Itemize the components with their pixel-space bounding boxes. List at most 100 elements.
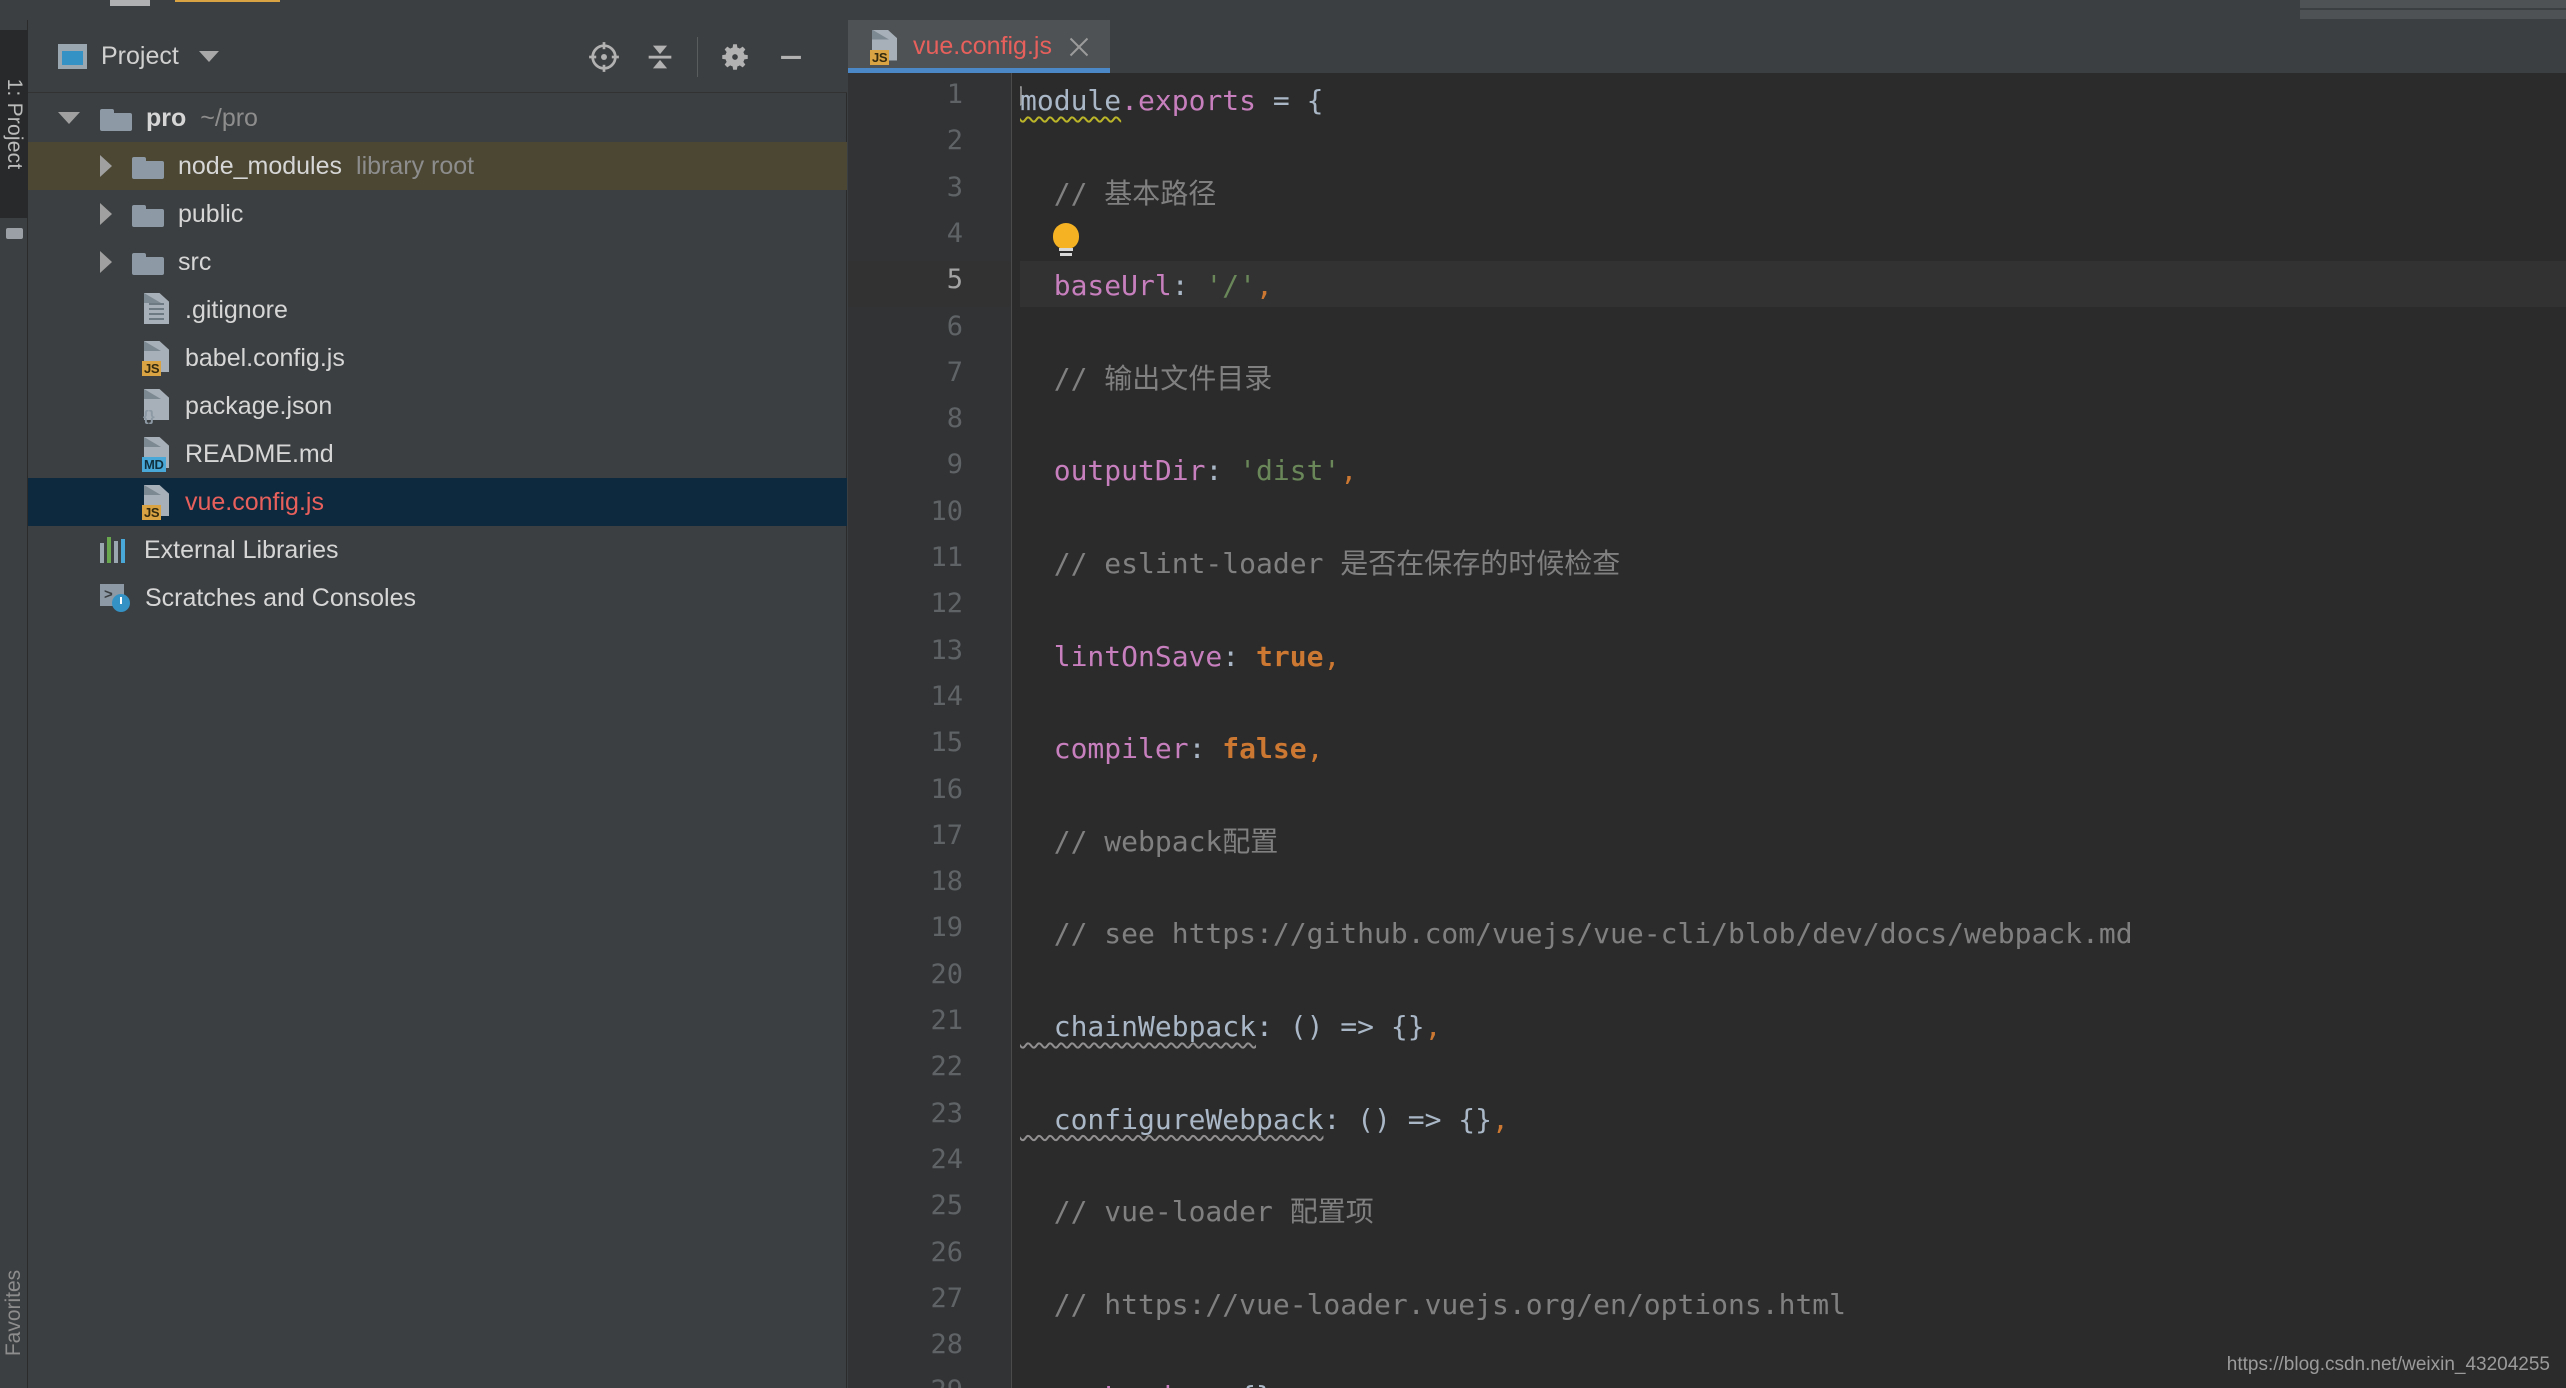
line-number[interactable]: 14	[930, 681, 963, 712]
tree-row[interactable]: MD README.md	[28, 430, 847, 478]
code-token: ,	[1340, 454, 1358, 488]
text-file-icon	[142, 293, 171, 327]
line-number[interactable]: 8	[947, 403, 963, 434]
tool-window-button-project[interactable]: 1: Project	[0, 30, 28, 218]
project-view-selector[interactable]: Project	[58, 42, 219, 71]
line-number[interactable]: 3	[947, 172, 963, 203]
scroll-from-source-icon[interactable]	[576, 29, 632, 85]
line-number[interactable]: 5	[947, 264, 963, 295]
tab-sliver	[175, 0, 280, 2]
ide-window: 1: Project Favorites Project pro ~/pro n…	[0, 0, 2566, 1388]
line-number[interactable]: 2	[947, 125, 963, 156]
line-number[interactable]: 19	[930, 912, 963, 943]
code-token: // see https://github.com/vuejs/vue-cli/…	[1020, 917, 2133, 951]
code-line[interactable]: chainWebpack: () => {},	[1020, 1005, 1442, 1049]
structure-icon[interactable]	[6, 228, 23, 239]
line-number[interactable]: 13	[930, 635, 963, 666]
code-line[interactable]: outputDir: 'dist',	[1020, 449, 1357, 493]
line-number[interactable]: 25	[930, 1190, 963, 1221]
line-number[interactable]: 18	[930, 866, 963, 897]
code-line[interactable]: compiler: false,	[1020, 727, 1324, 771]
line-number[interactable]: 6	[947, 311, 963, 342]
line-number[interactable]: 23	[930, 1098, 963, 1129]
code-token: ,	[1256, 269, 1273, 303]
tree-row[interactable]: JS babel.config.js	[28, 334, 847, 382]
md-file-icon: MD	[142, 437, 171, 472]
code-line[interactable]: // eslint-loader 是否在保存的时候检查	[1020, 542, 1621, 586]
code-token: :	[1188, 732, 1223, 766]
code-fold-marker[interactable]	[1020, 86, 1024, 114]
line-number[interactable]: 29	[930, 1375, 963, 1388]
gear-icon[interactable]	[707, 29, 763, 85]
line-number[interactable]: 22	[930, 1051, 963, 1082]
toolbar-separator	[697, 36, 698, 77]
tree-row[interactable]: .gitignore	[28, 286, 847, 334]
code-folding-column[interactable]	[1011, 73, 1020, 1388]
tree-row[interactable]: > Scratches and Consoles	[28, 574, 847, 622]
tree-row[interactable]: public	[28, 190, 847, 238]
code-token: '/'	[1205, 269, 1257, 303]
project-tree[interactable]: pro ~/pro node_modules library root public sr…	[28, 94, 847, 622]
minimize-icon[interactable]	[763, 29, 819, 85]
window-chrome-sliver	[0, 0, 2566, 20]
tree-row[interactable]: pro ~/pro	[28, 94, 847, 142]
code-line[interactable]: // vue-loader 配置项	[1020, 1190, 1374, 1234]
line-number[interactable]: 11	[930, 542, 963, 573]
line-number[interactable]: 20	[930, 959, 963, 990]
code-line[interactable]: // webpack配置	[1020, 820, 1279, 864]
close-icon[interactable]	[1066, 34, 1092, 60]
editor-body[interactable]: 1 2 3 4 5 6 7 8 9 10 11 12 13 14 15 16 17 18 19 20 21 22 23 24 2…	[848, 73, 2566, 1388]
tree-row[interactable]: src	[28, 238, 847, 286]
line-number[interactable]: 24	[930, 1144, 963, 1175]
tree-row[interactable]: {} package.json	[28, 382, 847, 430]
line-number-gutter[interactable]: 1 2 3 4 5 6 7 8 9 10 11 12 13 14 15 16 17 18 19 20 21 22 23 24 2…	[848, 73, 1011, 1388]
code-token: lintOnSave	[1020, 639, 1223, 673]
code-line[interactable]: // 基本路径	[1020, 172, 1217, 216]
collapse-all-icon[interactable]	[632, 29, 688, 85]
line-number[interactable]: 26	[930, 1237, 963, 1268]
code-line[interactable]: // see https://github.com/vuejs/vue-cli/…	[1020, 912, 2133, 956]
tree-row-label: README.md	[185, 439, 334, 468]
code-content[interactable]: module.exports = { // 基本路径 baseUrl: '/',…	[1020, 73, 2566, 1388]
line-number[interactable]: 27	[930, 1283, 963, 1314]
tree-row-label: pro	[146, 103, 187, 132]
line-number[interactable]: 16	[930, 774, 963, 805]
project-panel-toolbar	[576, 20, 819, 93]
code-line[interactable]: baseUrl: '/',	[1020, 264, 1273, 308]
editor-tab-vue-config-js[interactable]: JS vue.config.js	[848, 20, 1110, 73]
line-number[interactable]: 21	[930, 1005, 963, 1036]
intention-bulb-icon[interactable]	[1051, 222, 1081, 257]
tree-row[interactable]: JS vue.config.js	[28, 478, 847, 526]
code-line[interactable]: module.exports = {	[1020, 79, 1323, 123]
tool-window-button-favorites[interactable]: Favorites	[0, 1238, 28, 1388]
tree-row[interactable]: node_modules library root	[28, 142, 847, 190]
tree-row[interactable]: External Libraries	[28, 526, 847, 574]
code-token: module	[1020, 84, 1122, 117]
code-line[interactable]: // https://vue-loader.vuejs.org/en/optio…	[1020, 1283, 1846, 1327]
chevron-right-icon[interactable]	[100, 203, 112, 225]
chevron-right-icon[interactable]	[100, 251, 112, 273]
line-number[interactable]: 17	[930, 820, 963, 851]
line-number[interactable]: 12	[930, 588, 963, 619]
code-line[interactable]: vueLoader: {},	[1020, 1375, 1290, 1388]
chevron-down-icon[interactable]	[198, 50, 219, 62]
chevron-right-icon[interactable]	[100, 155, 112, 177]
line-number[interactable]: 15	[930, 727, 963, 758]
code-line[interactable]: // 输出文件目录	[1020, 357, 1273, 401]
code-line[interactable]: configureWebpack: () => {},	[1020, 1098, 1509, 1142]
code-token: ,	[1492, 1102, 1509, 1136]
tree-row-label: src	[178, 247, 212, 276]
line-number[interactable]: 10	[930, 496, 963, 527]
line-number[interactable]: 4	[947, 218, 963, 249]
line-number[interactable]: 7	[947, 357, 963, 388]
line-number[interactable]: 9	[947, 449, 963, 480]
js-file-icon: JS	[870, 29, 899, 65]
line-number[interactable]: 28	[930, 1329, 963, 1360]
line-number[interactable]: 1	[947, 79, 963, 110]
code-token: : () => {}	[1256, 1010, 1425, 1043]
code-line[interactable]: lintOnSave: true,	[1020, 635, 1341, 679]
chevron-down-icon[interactable]	[58, 112, 80, 124]
